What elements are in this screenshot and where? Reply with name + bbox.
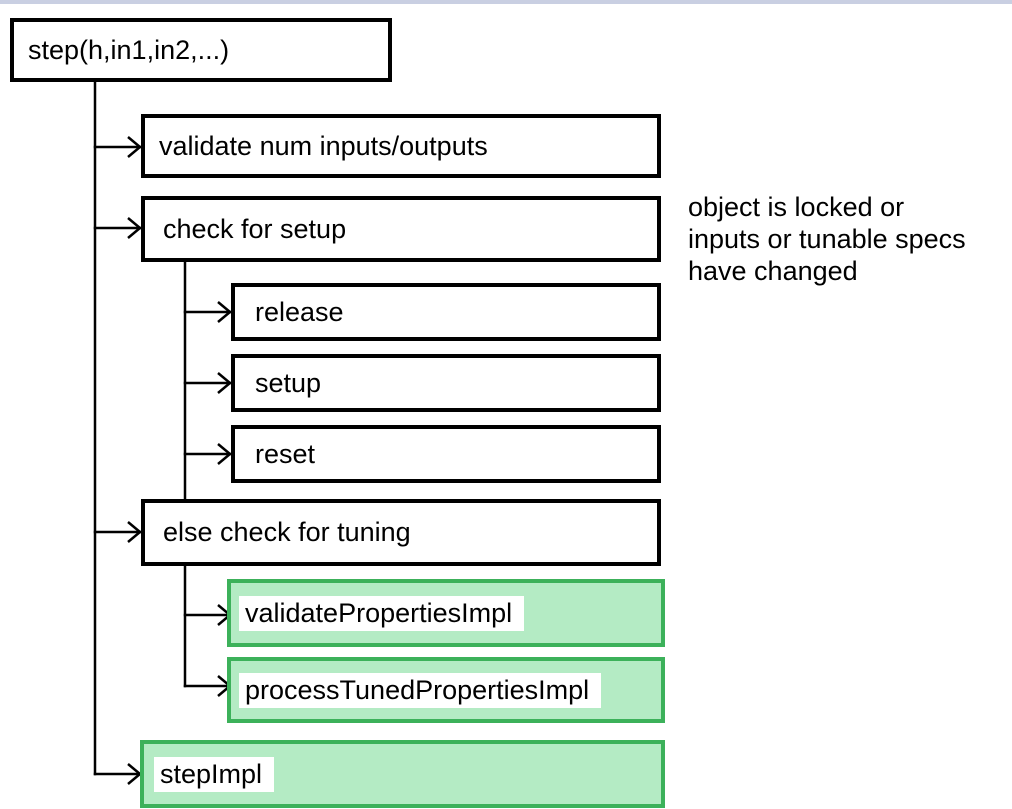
step-node-label: step(h,in1,in2,...): [28, 34, 230, 65]
check-for-setup-node: check for setup: [141, 196, 661, 262]
note-line-3: have changed: [688, 256, 858, 286]
step-impl-label: stepImpl: [154, 756, 275, 792]
else-check-for-tuning-node: else check for tuning: [141, 499, 661, 566]
release-label: release: [255, 296, 344, 327]
setup-label: setup: [255, 367, 322, 398]
release-node: release: [231, 283, 661, 341]
reset-node: reset: [231, 425, 661, 483]
setup-node: setup: [231, 354, 661, 412]
process-tuned-properties-impl-label: processTunedPropertiesImpl: [239, 672, 602, 708]
else-check-for-tuning-label: else check for tuning: [163, 517, 411, 547]
process-tuned-properties-impl-node: processTunedPropertiesImpl: [227, 657, 665, 723]
note-line-2: inputs or tunable specs: [688, 224, 966, 254]
step-impl-node: stepImpl: [140, 740, 665, 808]
validate-properties-impl-node: validatePropertiesImpl: [227, 579, 665, 647]
validate-num-inputs-label: validate num inputs/outputs: [159, 130, 488, 161]
step-node: step(h,in1,in2,...): [10, 18, 392, 82]
validate-properties-impl-label: validatePropertiesImpl: [239, 595, 525, 631]
check-for-setup-label: check for setup: [163, 213, 347, 244]
setup-condition-note: object is locked or inputs or tunable sp…: [688, 191, 966, 287]
reset-label: reset: [255, 438, 316, 469]
note-line-1: object is locked or: [688, 192, 905, 222]
validate-num-inputs-node: validate num inputs/outputs: [141, 114, 661, 178]
